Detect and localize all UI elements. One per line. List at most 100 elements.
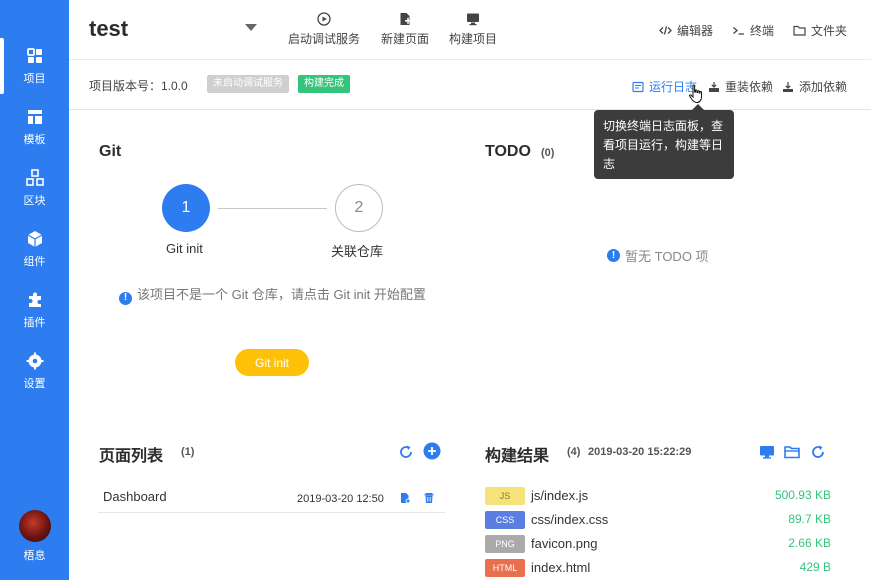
git-init-button[interactable]: Git init — [235, 349, 309, 376]
project-info-bar: 项目版本号：1.0.0 未启动调试服务 构建完成 运行日志 重装依赖 添加依赖 — [69, 60, 871, 110]
todo-title: TODO — [485, 143, 531, 160]
sidebar-item-label: 设置 — [23, 377, 46, 390]
refresh-icon[interactable] — [397, 443, 415, 461]
monitor-icon — [467, 13, 479, 26]
download-icon — [783, 81, 793, 92]
puzzle-icon — [28, 292, 41, 307]
sidebar-item-blocks[interactable]: 区块 — [0, 160, 69, 216]
folder-link[interactable]: 文件夹 — [793, 22, 847, 39]
page-name: Dashboard — [103, 489, 167, 504]
step-2-label: 关联仓库 — [331, 244, 384, 259]
add-dep-button[interactable]: 添加依赖 — [782, 78, 847, 95]
file-type-badge: CSS — [485, 511, 525, 529]
log-icon — [632, 81, 644, 92]
start-debug-label: 启动调试服务 — [288, 32, 361, 46]
tooltip-text: 切换终端日志面板，查看项目运行，构建等日志 — [603, 119, 724, 171]
file-type-badge: PNG — [485, 535, 525, 553]
step-2-circle: 2 — [335, 184, 383, 232]
reinstall-icon — [709, 81, 719, 92]
start-debug-button[interactable]: 启动调试服务 — [288, 12, 360, 47]
list-item: HTML index.html 429 B — [485, 557, 831, 577]
sidebar-item-plugins[interactable]: 插件 — [0, 282, 69, 338]
sidebar-item-settings[interactable]: 设置 — [0, 343, 69, 399]
dashboard-icon — [26, 47, 42, 63]
new-page-icon — [400, 13, 411, 25]
folder-open-icon[interactable] — [783, 443, 801, 461]
todo-count: (0) — [541, 147, 555, 159]
terminal-label: 终端 — [750, 24, 775, 38]
monitor-icon[interactable] — [758, 443, 776, 461]
reinstall-deps-label: 重装依赖 — [725, 80, 774, 94]
file-type-badge: JS — [485, 487, 525, 505]
terminal-link[interactable]: 终端 — [732, 22, 774, 39]
add-page-icon[interactable] — [423, 442, 441, 460]
step-1-label: Git init — [166, 241, 203, 256]
user-name: 梧息 — [23, 550, 46, 562]
gear-icon — [26, 352, 43, 369]
page-list-title: 页面列表 — [99, 448, 164, 465]
git-message-text: 该项目不是一个 Git 仓库，请点击 Git init 开始配置 — [137, 287, 426, 302]
file-size: 429 B — [799, 560, 831, 574]
template-icon — [27, 109, 42, 124]
sidebar-item-label: 插件 — [23, 316, 46, 329]
file-name: favicon.png — [531, 536, 598, 551]
debug-status-badge: 未启动调试服务 — [207, 75, 289, 93]
todo-empty-text: 暂无 TODO 项 — [625, 249, 709, 264]
build-file-count: (4) — [567, 446, 581, 458]
sidebar-item-label: 模板 — [23, 133, 46, 146]
file-size: 89.7 KB — [788, 512, 831, 526]
project-version: 项目版本号：1.0.0 — [89, 79, 188, 93]
page-settings-icon[interactable] — [399, 492, 411, 504]
project-switch-caret[interactable] — [245, 24, 257, 31]
hand-cursor-icon — [689, 84, 702, 104]
avatar[interactable] — [19, 510, 51, 542]
folder-icon — [793, 25, 806, 36]
build-project-button[interactable]: 构建项目 — [449, 12, 497, 47]
sidebar: 项目 模板 区块 组件 插件 设置 梧息 — [0, 0, 69, 580]
sidebar-item-template[interactable]: 模板 — [0, 99, 69, 155]
add-dep-label: 添加依赖 — [799, 80, 848, 94]
play-circle-icon — [317, 12, 331, 26]
page-list-count: (1) — [181, 446, 195, 458]
build-status-badge: 构建完成 — [298, 75, 350, 93]
editor-link[interactable]: 编辑器 — [659, 22, 713, 39]
list-item: CSS css/index.css 89.7 KB — [485, 509, 831, 529]
info-icon: ! — [119, 291, 132, 305]
todo-empty-message: ! 暂无 TODO 项 — [607, 246, 709, 265]
step-1-circle: 1 — [162, 184, 210, 232]
build-time: 2019-03-20 15:22:29 — [588, 446, 692, 458]
new-page-label: 新建页面 — [381, 32, 430, 46]
page-time: 2019-03-20 12:50 — [297, 493, 384, 505]
editor-label: 编辑器 — [677, 24, 714, 38]
list-item: JS js/index.js 500.93 KB — [485, 485, 831, 505]
sidebar-item-label: 组件 — [23, 255, 46, 268]
file-name: css/index.css — [531, 512, 609, 527]
file-type-badge: HTML — [485, 559, 525, 577]
code-icon — [659, 26, 672, 35]
terminal-icon — [733, 27, 744, 35]
git-message: ! 该项目不是一个 Git 仓库，请点击 Git init 开始配置 — [119, 284, 439, 306]
refresh-icon[interactable] — [809, 443, 827, 461]
reinstall-deps-button[interactable]: 重装依赖 — [708, 78, 773, 95]
sidebar-item-components[interactable]: 组件 — [0, 221, 69, 277]
sidebar-item-project[interactable]: 项目 — [0, 38, 69, 94]
table-row[interactable]: Dashboard 2019-03-20 12:50 — [98, 482, 445, 513]
build-result-title: 构建结果 — [485, 448, 550, 465]
step-connector — [218, 208, 327, 209]
new-page-button[interactable]: 新建页面 — [381, 12, 429, 47]
file-size: 500.93 KB — [774, 488, 831, 502]
file-size: 2.66 KB — [788, 536, 831, 550]
sidebar-item-label: 区块 — [23, 194, 46, 207]
header: test 启动调试服务 新建页面 构建项目 编辑器 终端 文件夹 — [69, 0, 871, 60]
sidebar-item-label: 项目 — [23, 72, 46, 85]
build-project-label: 构建项目 — [449, 32, 498, 46]
file-name: js/index.js — [531, 488, 589, 503]
cube-icon — [27, 230, 42, 247]
list-item: PNG favicon.png 2.66 KB — [485, 533, 831, 553]
run-log-tooltip: 切换终端日志面板，查看项目运行，构建等日志 — [594, 104, 734, 179]
folder-label: 文件夹 — [811, 24, 848, 38]
file-name: index.html — [531, 560, 591, 575]
trash-icon[interactable] — [423, 492, 435, 504]
info-icon: ! — [607, 249, 620, 262]
blocks-icon — [25, 168, 44, 186]
